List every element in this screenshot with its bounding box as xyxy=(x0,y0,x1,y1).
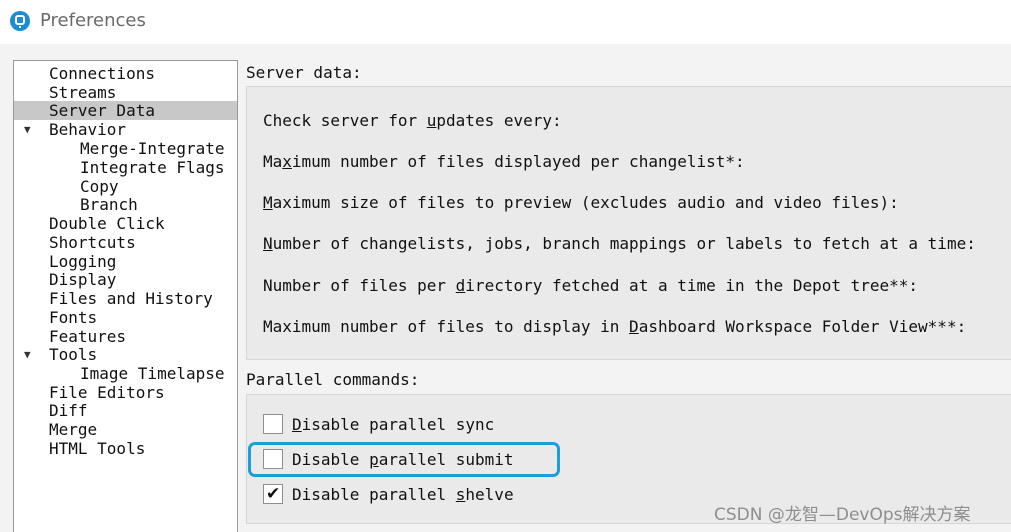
dashboard-max-files-label: Maximum number of files to display in Da… xyxy=(263,317,967,336)
nav-item-diff[interactable]: Diff xyxy=(49,401,88,420)
nav-item-file-editors[interactable]: File Editors xyxy=(49,383,165,402)
highlight-annotation xyxy=(248,442,560,477)
disable-parallel-shelve-label[interactable]: Disable parallel shelve xyxy=(292,484,514,506)
disable-parallel-sync-label[interactable]: Disable parallel sync xyxy=(292,414,494,436)
disable-parallel-shelve-checkbox[interactable]: ✔ xyxy=(263,484,283,504)
max-preview-size-label: Maximum size of files to preview (exclud… xyxy=(263,193,899,212)
nav-item-copy[interactable]: Copy xyxy=(80,177,119,196)
server-data-section-title: Server data: xyxy=(246,63,362,82)
nav-item-behavior[interactable]: Behavior xyxy=(49,120,126,139)
expand-arrow-icon[interactable]: ▼ xyxy=(24,348,31,361)
nav-item-features[interactable]: Features xyxy=(49,327,126,346)
max-files-per-changelist-label: Maximum number of files displayed per ch… xyxy=(263,152,745,171)
nav-item-files-and-history[interactable]: Files and History xyxy=(49,289,213,308)
watermark: CSDN @龙智—DevOps解决方案 xyxy=(714,505,971,525)
fetch-batch-size-label: Number of changelists, jobs, branch mapp… xyxy=(263,234,976,253)
nav-item-branch[interactable]: Branch xyxy=(80,195,138,214)
nav-item-logging[interactable]: Logging xyxy=(49,252,116,271)
nav-item-integrate-flags[interactable]: Integrate Flags xyxy=(80,158,225,177)
window-title: Preferences xyxy=(40,10,146,31)
preferences-nav-tree[interactable]: Connections Streams Server Data Behavior… xyxy=(13,60,238,532)
nav-item-merge[interactable]: Merge xyxy=(49,420,97,439)
nav-item-connections[interactable]: Connections xyxy=(49,64,155,83)
title-bar: Preferences xyxy=(0,0,1011,44)
nav-item-merge-integrate[interactable]: Merge-Integrate xyxy=(80,139,225,158)
app-logo-icon xyxy=(10,11,30,31)
nav-item-html-tools[interactable]: HTML Tools xyxy=(49,439,145,458)
check-updates-label: Check server for updates every: xyxy=(263,111,562,130)
nav-item-streams[interactable]: Streams xyxy=(49,83,116,102)
files-per-directory-label: Number of files per directory fetched at… xyxy=(263,276,919,295)
nav-item-double-click[interactable]: Double Click xyxy=(49,214,165,233)
parallel-commands-section-title: Parallel commands: xyxy=(246,370,420,389)
nav-item-shortcuts[interactable]: Shortcuts xyxy=(49,233,136,252)
checkmark-icon: ✔ xyxy=(266,484,281,504)
nav-item-server-data[interactable]: Server Data xyxy=(14,101,237,120)
nav-item-image-timelapse[interactable]: Image Timelapse xyxy=(80,364,225,383)
nav-item-fonts[interactable]: Fonts xyxy=(49,308,97,327)
expand-arrow-icon[interactable]: ▼ xyxy=(24,123,31,136)
nav-item-tools[interactable]: Tools xyxy=(49,345,97,364)
disable-parallel-sync-checkbox[interactable] xyxy=(263,414,283,434)
nav-item-display[interactable]: Display xyxy=(49,270,116,289)
